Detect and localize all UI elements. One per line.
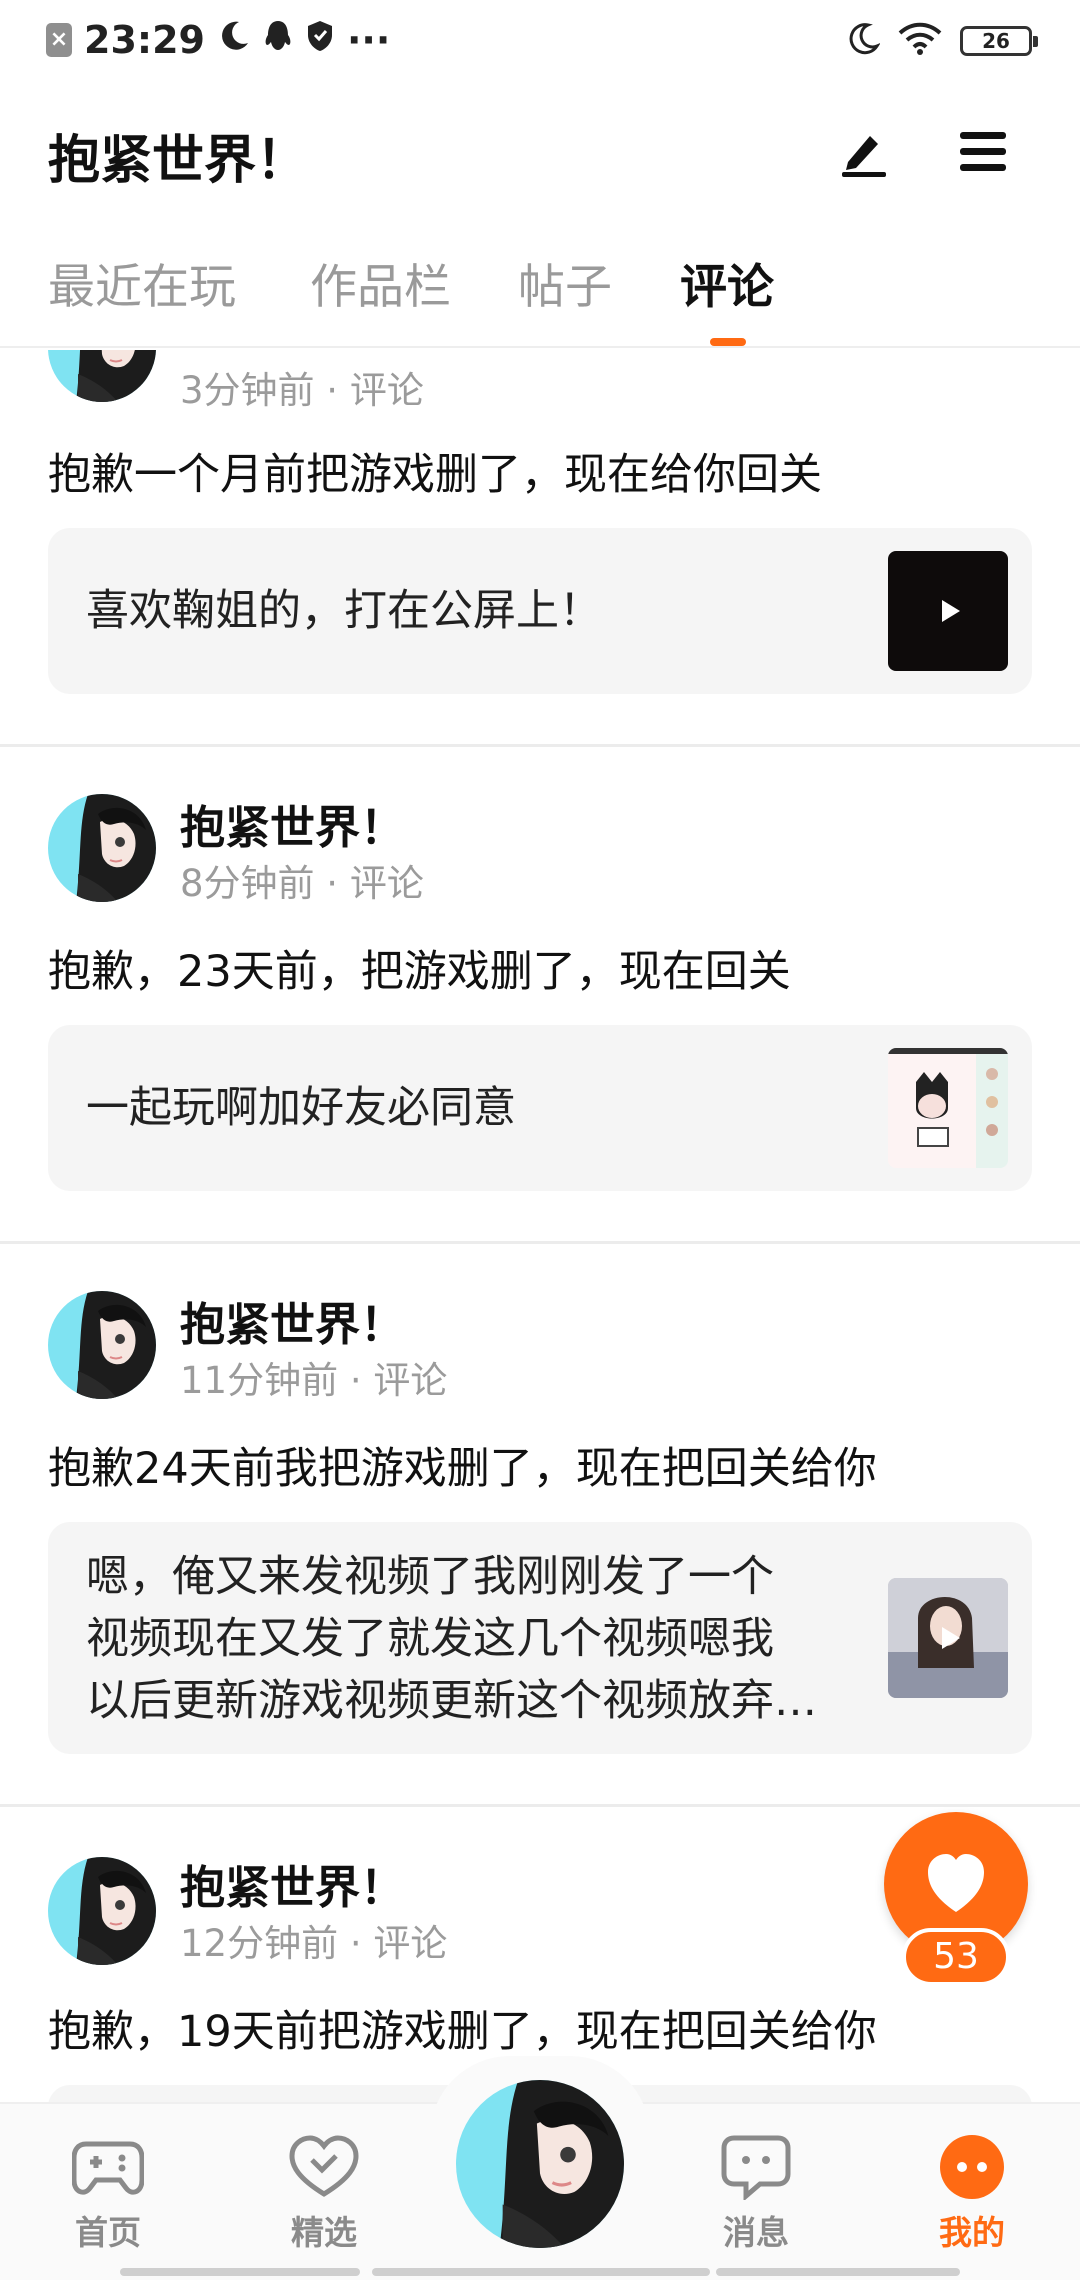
more-status-icon: ··· [346,18,391,62]
comment-text: 抱歉24天前我把游戏删了，现在把回关给你 [48,1444,877,1494]
comment-meta: 3分钟前 · 评论 [180,369,424,412]
nav-profile[interactable]: 我的 [902,2134,1042,2254]
heart-check-icon [288,2134,360,2200]
nav-label: 精选 [291,2213,357,2252]
home-indicator [716,2268,960,2276]
page-title: 抱紧世界！ [48,131,309,191]
divider [0,744,1080,747]
profile-icon [936,2134,1008,2200]
comment-author[interactable]: 抱紧世界！ [180,791,405,856]
center-avatar-button[interactable] [456,2080,624,2248]
comment-text: 抱歉，23天前，把游戏删了，现在回关 [48,947,791,997]
comment-meta: 8分钟前 · 评论 [180,862,424,905]
chat-icon [720,2134,792,2202]
avatar[interactable] [48,1857,156,1965]
divider [0,1804,1080,1807]
home-indicator [120,2268,360,2276]
moon-icon [846,22,881,60]
tab-recently-played[interactable]: 最近在玩 [48,248,236,317]
comment-meta: 11分钟前 · 评论 [180,1359,448,1402]
nav-label: 首页 [75,2213,141,2252]
quoted-content-card[interactable]: 喜欢鞠姐的，打在公屏上！ [48,528,1032,694]
nav-label: 消息 [723,2213,789,2252]
quoted-content-text: 嗯，俺又来发视频了我刚刚发了一个 视频现在又发了就发这几个视频嗯我 以后更新游戏… [86,1546,817,1732]
comment-text: 抱歉，19天前把游戏删了，现在把回关给你 [48,2007,877,2057]
app-header: 抱紧世界！ [0,110,1080,200]
status-bar: × 23:29 ··· 26 [0,0,1080,84]
video-thumbnail[interactable] [888,1578,1008,1698]
profile-tabs: 最近在玩 作品栏 帖子 评论 [0,248,1080,348]
notification-badge-icon: × [46,23,72,57]
quoted-content-card[interactable]: 嗯，俺又来发视频了我刚刚发了一个 视频现在又发了就发这几个视频嗯我 以后更新游戏… [48,1522,1032,1754]
tab-works[interactable]: 作品栏 [310,248,451,317]
comment-author[interactable]: 抱紧世界！ [180,1851,405,1916]
avatar[interactable] [48,794,156,902]
quoted-content-text: 一起玩啊加好友必同意 [86,1083,516,1133]
home-indicator [372,2268,710,2276]
nav-messages[interactable]: 消息 [686,2134,826,2254]
edit-button[interactable] [836,124,892,180]
edit-icon [842,136,886,177]
menu-button[interactable] [956,124,1012,180]
divider [0,1241,1080,1244]
active-tab-indicator [710,338,746,346]
gamepad-icon [71,2134,145,2200]
quoted-line: 嗯，俺又来发视频了我刚刚发了一个 [86,1552,774,1602]
comment-author[interactable]: 抱紧世界！ [180,1288,405,1353]
play-icon [942,600,960,622]
avatar[interactable] [48,1291,156,1399]
menu-icon [960,132,1006,171]
image-thumbnail[interactable] [888,1048,1008,1168]
status-time: 23:29 [84,18,205,62]
like-count-badge: 53 [902,1928,1010,1986]
quoted-content-card[interactable]: 一起玩啊加好友必同意 [48,1025,1032,1191]
battery-icon: 26 [960,26,1038,56]
comment-meta: 12分钟前 · 评论 [180,1922,448,1965]
qq-icon [263,18,293,62]
tab-posts[interactable]: 帖子 [518,248,612,317]
wifi-icon [898,22,942,60]
shield-icon [305,18,335,62]
avatar[interactable] [48,350,156,402]
quoted-line: 视频现在又发了就发这几个视频嗯我 [86,1614,774,1664]
quoted-content-text: 喜欢鞠姐的，打在公屏上！ [86,586,602,636]
video-thumbnail[interactable] [888,551,1008,671]
nav-home[interactable]: 首页 [38,2134,178,2254]
nav-featured[interactable]: 精选 [254,2134,394,2254]
moon-icon [217,18,251,62]
play-icon [942,1627,960,1649]
tab-comments[interactable]: 评论 [680,248,774,317]
nav-label: 我的 [939,2213,1005,2252]
quoted-line: 以后更新游戏视频更新这个视频放弃… [86,1676,817,1726]
comment-text: 抱歉一个月前把游戏删了，现在给你回关 [48,450,822,500]
